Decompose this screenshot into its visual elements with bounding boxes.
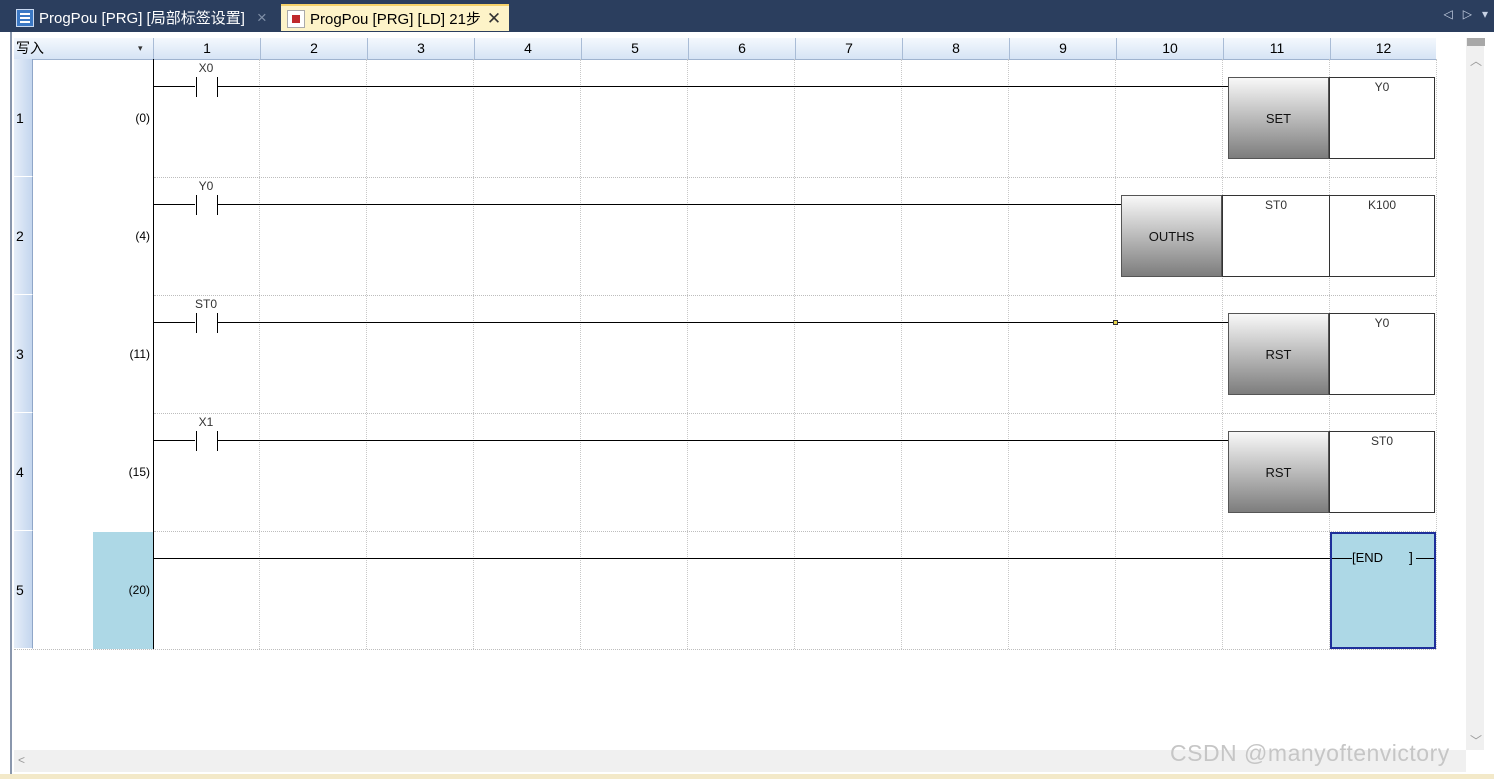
contact-device: Y0 (198, 179, 214, 193)
step-number: (0) (135, 111, 150, 125)
tab-ladder-program[interactable]: ProgPou [PRG] [LD] 21步 ✕ (281, 4, 509, 31)
column-header-cell: 9 (1009, 38, 1116, 59)
tab-title: ProgPou [PRG] [LD] 21步 (310, 11, 481, 28)
scroll-left-icon[interactable]: ◁ (1444, 7, 1453, 21)
label-table-icon (16, 8, 34, 27)
close-icon[interactable]: × (257, 8, 267, 28)
column-header: 写入 ▾ 1 2 3 4 5 6 7 8 9 10 11 12 (14, 38, 1436, 60)
tab-local-label-settings[interactable]: ProgPou [PRG] [局部标签设置] × (10, 4, 280, 31)
column-header-cell: 12 (1330, 38, 1436, 59)
instruction-block[interactable]: OUTHS (1121, 195, 1222, 277)
mode-dropdown-icon[interactable]: ▾ (138, 38, 143, 59)
tab-list-icon[interactable]: ▾ (1482, 7, 1488, 21)
operand-cell[interactable]: ST0 (1329, 431, 1435, 513)
edit-mode-label: 写入 (16, 40, 44, 56)
close-icon[interactable]: ✕ (487, 9, 501, 29)
vertical-scrollbar[interactable] (1466, 38, 1484, 750)
left-power-rail (153, 59, 154, 649)
column-header-cell: 7 (795, 38, 902, 59)
column-header-cell: 10 (1116, 38, 1223, 59)
row-header[interactable]: 5 (14, 531, 33, 649)
column-header-cell: 3 (367, 38, 474, 59)
contact-device: X0 (198, 61, 214, 75)
normally-open-contact[interactable] (196, 77, 218, 97)
normally-open-contact[interactable] (196, 431, 218, 451)
instruction-block[interactable]: RST (1228, 431, 1329, 513)
contact-device: ST0 (194, 297, 217, 311)
instruction-block[interactable]: RST (1228, 313, 1329, 395)
scroll-up-icon[interactable]: ︿ (1470, 52, 1482, 69)
row-header[interactable]: 2 (14, 177, 33, 295)
step-number: (4) (135, 229, 150, 243)
column-header-cell: 8 (902, 38, 1009, 59)
scroll-down-icon[interactable]: ﹀ (1470, 732, 1482, 749)
ladder-icon (287, 9, 305, 28)
normally-open-contact[interactable] (196, 313, 218, 333)
operand-cell[interactable]: K100 (1329, 195, 1435, 277)
watermark: CSDN @manyoftenvictory (1170, 740, 1450, 766)
operand-cell[interactable]: Y0 (1329, 77, 1435, 159)
instruction-block[interactable]: SET (1228, 77, 1329, 159)
step-number: (11) (129, 347, 150, 361)
scroll-right-icon[interactable]: ▷ (1463, 7, 1472, 21)
status-strip (0, 774, 1494, 779)
row-header[interactable]: 3 (14, 295, 33, 413)
end-instruction[interactable]: [END (1352, 550, 1383, 565)
normally-open-contact[interactable] (196, 195, 218, 215)
tab-bar: ProgPou [PRG] [局部标签设置] × ProgPou [PRG] [… (0, 0, 1494, 32)
column-header-cell: 4 (474, 38, 581, 59)
step-number: (15) (128, 465, 150, 479)
tab-navigation: ◁ ▷ ▾ (1444, 7, 1489, 21)
column-header-cell: 1 (153, 38, 260, 59)
connection-point-icon[interactable] (1113, 320, 1118, 325)
operand-cell[interactable]: ST0 (1222, 195, 1329, 277)
row-header[interactable]: 4 (14, 413, 33, 531)
row-header[interactable]: 1 (14, 59, 33, 177)
scroll-left-icon[interactable]: < (18, 753, 25, 767)
vertical-scroll-thumb[interactable] (1467, 38, 1485, 46)
end-bracket: ] (1409, 549, 1413, 565)
column-header-cell: 2 (260, 38, 367, 59)
column-header-cell: 5 (581, 38, 688, 59)
column-header-cell: 11 (1223, 38, 1330, 59)
step-number: (20) (128, 583, 150, 597)
contact-device: X1 (198, 415, 214, 429)
tab-title: ProgPou [PRG] [局部标签设置] (39, 10, 245, 27)
column-header-cell: 6 (688, 38, 795, 59)
operand-cell[interactable]: Y0 (1329, 313, 1435, 395)
